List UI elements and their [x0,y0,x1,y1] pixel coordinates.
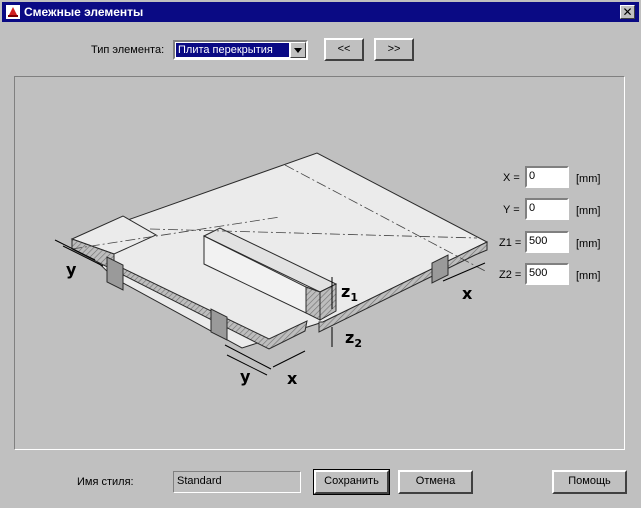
cancel-button[interactable]: Отмена [398,470,473,494]
z1-field[interactable]: 500 [525,231,569,253]
z1-unit: [mm] [576,238,601,250]
x-field[interactable]: 0 [525,166,569,188]
chevron-down-icon[interactable] [290,42,306,58]
save-button[interactable]: Сохранить [313,469,390,495]
title-bar[interactable]: Смежные элементы ✕ [2,2,639,22]
app-icon [6,5,20,19]
dim-label-x-bottom: x [287,369,298,388]
dim-label-y-bottom: y [240,367,251,386]
dim-label-x-right: x [462,284,473,303]
window-title: Смежные элементы [24,5,144,19]
help-button[interactable]: Помощь [552,470,627,494]
z1-label: Z1 = [499,237,522,249]
dim-label-z2: z2 [345,328,362,350]
y-field[interactable]: 0 [525,198,569,220]
z2-unit: [mm] [576,270,601,282]
style-name-field[interactable]: Standard [173,471,301,493]
y-label: Y = [503,204,520,216]
element-type-label: Тип элемента: [91,44,165,56]
dim-label-y-left: y [66,260,77,279]
dialog-window: Смежные элементы ✕ Тип элемента: Плита п… [0,0,641,508]
x-label: X = [503,172,520,184]
z2-label: Z2 = [499,269,522,281]
y-unit: [mm] [576,205,601,217]
element-type-value: Плита перекрытия [176,43,289,57]
next-button[interactable]: >> [374,38,414,61]
prev-button[interactable]: << [324,38,364,61]
style-name-label: Имя стиля: [77,476,134,488]
z2-field[interactable]: 500 [525,263,569,285]
slab-top [73,152,489,349]
element-type-select[interactable]: Плита перекрытия [173,40,308,60]
x-unit: [mm] [576,173,601,185]
close-icon: ✕ [622,5,633,19]
close-button[interactable]: ✕ [620,5,635,19]
